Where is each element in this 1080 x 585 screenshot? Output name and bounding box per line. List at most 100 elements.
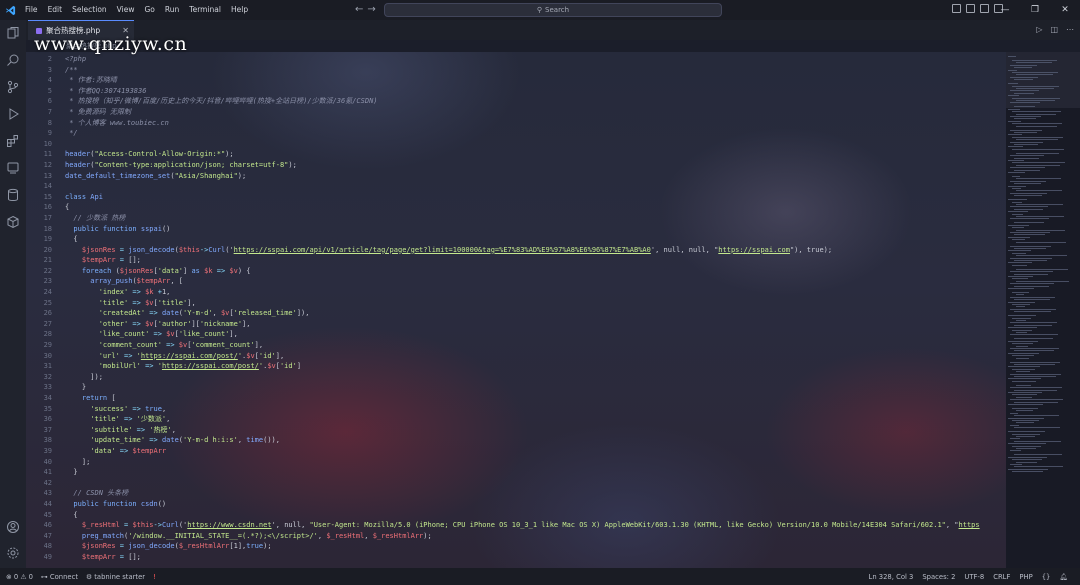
menu-item-help[interactable]: Help — [226, 0, 253, 20]
minimap-line — [1014, 401, 1058, 403]
minimap-line — [1016, 396, 1032, 398]
minimap-line — [1016, 268, 1068, 270]
cursor-position[interactable]: Ln 328, Col 3 — [869, 573, 914, 581]
minimap-line — [1008, 417, 1044, 419]
menu-item-file[interactable]: File — [20, 0, 43, 20]
minimap-line — [1016, 371, 1030, 373]
minimap-line — [1010, 348, 1059, 349]
minimap-line — [1008, 431, 1045, 433]
indentation[interactable]: Spaces: 2 — [922, 573, 955, 581]
code-text: <?php — [65, 54, 86, 65]
code-token: ], — [242, 319, 251, 328]
minimap-line — [1010, 271, 1053, 273]
minimap-line — [1014, 234, 1045, 236]
minimap-line — [1016, 306, 1025, 308]
connect-indicator[interactable]: ⊶ Connect — [41, 573, 78, 581]
minimap[interactable] — [1006, 52, 1080, 568]
toggle-secondary-sidebar-icon[interactable] — [980, 4, 989, 13]
menu-item-selection[interactable]: Selection — [67, 0, 112, 20]
code-token: ][ — [191, 319, 200, 328]
minimap-line — [1016, 88, 1054, 89]
code-text: */ — [65, 128, 77, 139]
encoding[interactable]: UTF-8 — [964, 573, 984, 581]
search-icon[interactable] — [6, 53, 20, 67]
code-token: // CSDN 头条榜 — [65, 489, 129, 498]
settings-gear-icon[interactable] — [6, 546, 20, 560]
toggle-sidebar-icon[interactable] — [952, 4, 961, 13]
code-token: $v — [166, 330, 175, 339]
menu-item-go[interactable]: Go — [139, 0, 159, 20]
minimap-line — [1010, 373, 1061, 375]
minimap-line — [1010, 257, 1052, 259]
minimap-line — [1008, 120, 1021, 122]
minimap-line — [1016, 204, 1063, 205]
code-token: 1, — [161, 288, 171, 297]
code-token: = — [115, 542, 129, 551]
command-center-search[interactable]: ⚲ Search — [384, 3, 722, 17]
minimap-line — [1014, 364, 1055, 365]
code-text: * 免费源码 无限制 — [65, 107, 131, 118]
status-bar: ⊗ 0 ⚠ 0 ⊶ Connect ⚙ tabnine starter ! Ln… — [0, 568, 1080, 585]
minimap-line — [1008, 108, 1020, 110]
extensions-icon[interactable] — [6, 134, 20, 148]
line-number: 12 — [43, 160, 52, 169]
database-icon[interactable] — [6, 188, 20, 202]
language-mode[interactable]: PHP — [1019, 573, 1032, 581]
nav-arrows[interactable]: ←→ — [355, 0, 380, 20]
code-token: , " — [945, 521, 959, 530]
code-token: } — [65, 383, 87, 392]
code-token: => — [149, 330, 167, 339]
code-editor[interactable]: 2 <?php 3 /** 4 * 作者:苏晓晴 5 * 作者QQ:3074193836 6… — [26, 52, 1006, 568]
code-token: $this — [132, 521, 154, 530]
line-number: 4 — [47, 76, 52, 85]
code-text: 'like_count' => $v['like_count'], — [65, 329, 238, 340]
menu-item-terminal[interactable]: Terminal — [184, 0, 226, 20]
minimap-line — [1012, 239, 1025, 241]
code-text: * 热搜榜（知乎/微博/百度/历史上的今天/抖音/哔哩哔哩(热搜+全站日榜)/少… — [65, 96, 377, 107]
remote-explorer-icon[interactable] — [6, 161, 20, 175]
code-token: time — [246, 436, 264, 445]
minimap-line — [1008, 378, 1041, 380]
minimap-line — [1016, 100, 1055, 101]
braces-icon[interactable]: {} — [1042, 573, 1051, 581]
code-text: header("Content-type:application/json; c… — [65, 160, 297, 171]
minimap-line — [1012, 227, 1024, 229]
toggle-panel-icon[interactable] — [966, 4, 975, 13]
code-token: * 作者:苏晓晴 — [65, 76, 117, 85]
problems-indicator[interactable]: ⊗ 0 ⚠ 0 — [6, 573, 33, 581]
alert-indicator[interactable]: ! — [153, 573, 156, 581]
minimap-line — [1016, 190, 1062, 192]
minimap-line — [1010, 64, 1037, 66]
code-text: 'update_time' => date('Y-m-d h:i:s', tim… — [65, 435, 280, 446]
source-control-icon[interactable] — [6, 80, 20, 94]
code-token: $tempArr — [136, 277, 171, 286]
menu-item-edit[interactable]: Edit — [43, 0, 68, 20]
code-token: $v — [267, 362, 276, 371]
close-window-icon[interactable]: ✕ — [1050, 0, 1080, 20]
minimap-line — [1010, 192, 1047, 194]
more-actions-icon[interactable]: ⋯ — [1066, 20, 1074, 40]
explorer-icon[interactable] — [6, 26, 20, 40]
minimap-line — [1008, 456, 1047, 458]
code-token: 'title' — [65, 298, 129, 307]
minimap-line — [1014, 311, 1051, 313]
minimap-line — [1012, 111, 1061, 113]
restore-icon[interactable]: ❐ — [1020, 0, 1050, 20]
line-number: 17 — [43, 213, 52, 222]
menu-item-view[interactable]: View — [112, 0, 140, 20]
minimize-icon[interactable]: — — [990, 0, 1020, 20]
minimap-line — [1016, 294, 1024, 296]
code-token: Curl — [161, 521, 179, 530]
minimap-line — [1014, 144, 1038, 145]
code-text: * 个人博客 www.toubiec.cn — [65, 118, 169, 129]
run-debug-icon[interactable] — [6, 107, 20, 121]
run-file-icon[interactable]: ▷ — [1036, 20, 1042, 40]
notifications-bell-icon[interactable]: 🔔︎ — [1059, 573, 1068, 581]
minimap-line — [1014, 440, 1061, 442]
account-icon[interactable] — [6, 520, 20, 534]
package-icon[interactable] — [6, 215, 20, 229]
line-ending[interactable]: CRLF — [993, 573, 1010, 581]
split-editor-icon[interactable]: ◫ — [1050, 20, 1058, 40]
tabnine-indicator[interactable]: ⚙ tabnine starter — [86, 573, 145, 581]
menu-item-run[interactable]: Run — [160, 0, 184, 20]
